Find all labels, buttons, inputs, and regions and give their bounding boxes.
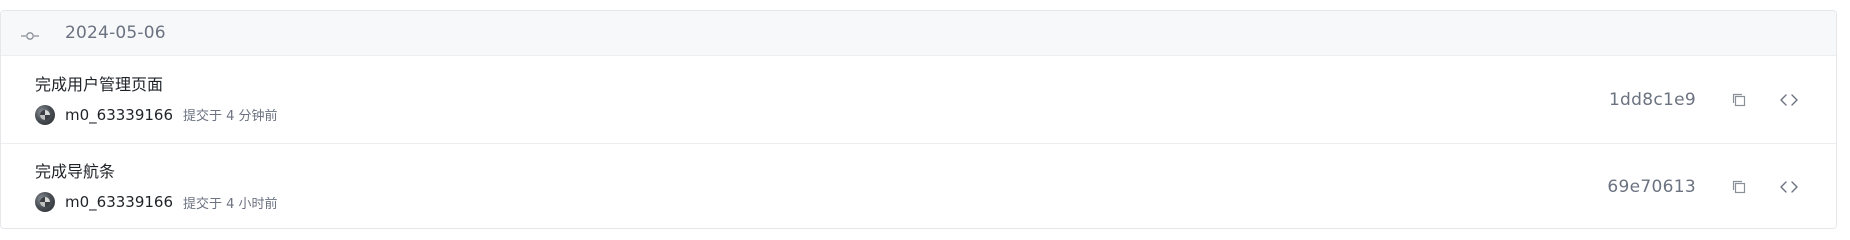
commit-message[interactable]: 完成用户管理页面 (35, 74, 1609, 96)
copy-icon[interactable] (1728, 89, 1750, 111)
commit-actions: 69e70613 (1607, 176, 1836, 198)
avatar[interactable] (35, 192, 55, 212)
copy-icon[interactable] (1728, 176, 1750, 198)
commit-info: 完成用户管理页面 m0_63339166 提交于 4 分钟前 (35, 74, 1609, 126)
commit-actions: 1dd8c1e9 (1609, 89, 1836, 111)
commit-sha[interactable]: 1dd8c1e9 (1609, 90, 1696, 110)
commit-row[interactable]: 完成用户管理页面 m0_63339166 提交于 4 分钟前 1dd8c1e9 (1, 56, 1836, 143)
commit-node-icon (21, 27, 39, 40)
commit-author[interactable]: m0_63339166 (65, 193, 173, 211)
commit-info: 完成导航条 m0_63339166 提交于 4 小时前 (35, 161, 1607, 213)
commit-time: 提交于 4 小时前 (183, 196, 278, 212)
commit-group: 2024-05-06 完成用户管理页面 m0_63339166 提交于 4 分钟… (0, 10, 1837, 229)
commit-author[interactable]: m0_63339166 (65, 106, 173, 124)
avatar[interactable] (35, 104, 55, 125)
commit-meta: m0_63339166 提交于 4 小时前 (35, 191, 1607, 213)
commit-time: 提交于 4 分钟前 (183, 109, 278, 124)
commit-group-header: 2024-05-06 (1, 11, 1836, 56)
commit-sha[interactable]: 69e70613 (1607, 177, 1696, 197)
commit-message[interactable]: 完成导航条 (35, 161, 1607, 183)
commit-row[interactable]: 完成导航条 m0_63339166 提交于 4 小时前 69e70613 (1, 143, 1836, 228)
group-date: 2024-05-06 (65, 23, 166, 43)
code-brackets-icon[interactable] (1778, 176, 1800, 198)
commit-meta: m0_63339166 提交于 4 分钟前 (35, 104, 1609, 126)
code-brackets-icon[interactable] (1778, 89, 1800, 111)
